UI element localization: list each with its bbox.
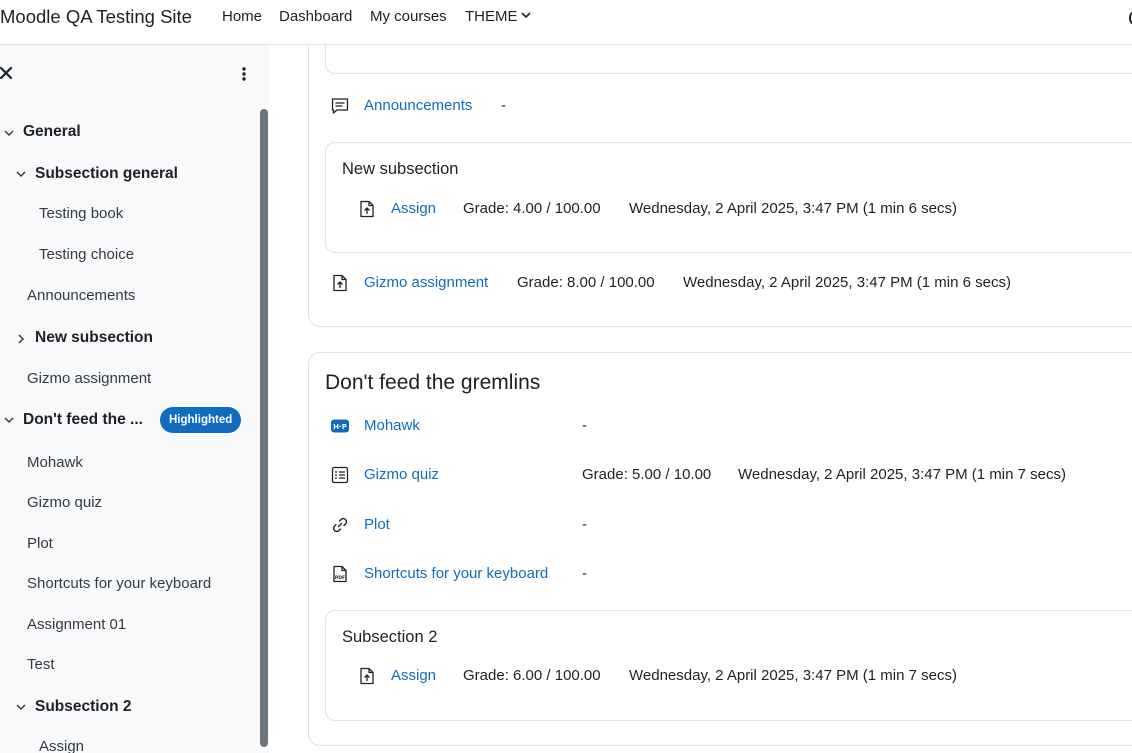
course-content: Announcements - New subsection Assign Gr… <box>269 45 1132 753</box>
activity-gizmo-quiz-grade: Grade: 5.00 / 10.00 <box>582 466 712 483</box>
sidebar-item-mohawk[interactable]: Mohawk <box>27 454 83 471</box>
h5p-icon: H·P <box>331 419 349 433</box>
forum-icon <box>331 98 349 114</box>
site-name[interactable]: Moodle QA Testing Site <box>0 6 192 28</box>
activity-announcements-link[interactable]: Announcements <box>364 97 472 114</box>
activity-assign-2-grade: Grade: 6.00 / 100.00 <box>463 667 601 684</box>
activity-plot-link[interactable]: Plot <box>364 516 390 533</box>
sidebar-item-assign[interactable]: Assign <box>39 738 84 753</box>
activity-announcements-status: - <box>501 97 506 114</box>
close-icon[interactable] <box>0 65 14 81</box>
nav-my-courses[interactable]: My courses <box>370 8 447 25</box>
chevron-down-icon[interactable] <box>3 414 15 426</box>
sidebar-item-testing-choice[interactable]: Testing choice <box>39 246 134 263</box>
sidebar-item-assignment-01[interactable]: Assignment 01 <box>27 616 126 633</box>
activity-gizmo-quiz-date: Wednesday, 2 April 2025, 3:47 PM (1 min … <box>738 466 1066 483</box>
highlighted-badge: Highlighted <box>160 407 242 433</box>
svg-text:PDF: PDF <box>335 575 345 581</box>
activity-assign-grade: Grade: 4.00 / 100.00 <box>463 200 601 217</box>
sidebar-item-gizmo-quiz[interactable]: Gizmo quiz <box>27 494 102 511</box>
subsection-new-title: New subsection <box>342 160 459 178</box>
activity-gizmo-assignment-grade: Grade: 8.00 / 100.00 <box>517 274 655 291</box>
sidebar-item-test[interactable]: Test <box>27 656 55 673</box>
sidebar-item-announcements[interactable]: Announcements <box>27 287 135 304</box>
assign-icon <box>333 274 347 292</box>
chevron-down-icon[interactable] <box>15 168 27 180</box>
chevron-down-icon <box>520 12 531 19</box>
link-icon <box>332 517 348 533</box>
activity-assign-link[interactable]: Assign <box>391 200 436 217</box>
pdf-icon: PDF <box>333 565 347 583</box>
activity-gizmo-quiz-link[interactable]: Gizmo quiz <box>364 466 439 483</box>
nav-theme-menu[interactable]: THEME <box>465 8 531 25</box>
activity-assign-2-date: Wednesday, 2 April 2025, 3:47 PM (1 min … <box>629 667 957 684</box>
svg-text:H·P: H·P <box>333 423 347 431</box>
sidebar-subsection-general[interactable]: Subsection general <box>35 165 178 183</box>
activity-plot-status: - <box>582 516 587 533</box>
activity-assign-2-link[interactable]: Assign <box>391 667 436 684</box>
quiz-icon <box>331 466 349 484</box>
sidebar-item-testing-book[interactable]: Testing book <box>39 205 123 222</box>
activity-gizmo-assignment-link[interactable]: Gizmo assignment <box>364 274 488 291</box>
activity-mohawk-status: - <box>582 417 587 434</box>
sidebar-item-shortcuts[interactable]: Shortcuts for your keyboard <box>27 575 211 592</box>
chevron-right-icon[interactable] <box>15 333 27 345</box>
kebab-menu-icon[interactable] <box>238 66 250 82</box>
subsection-2-card <box>325 610 1132 721</box>
course-index-drawer: General Subsection general Testing book … <box>0 45 269 753</box>
activity-assign-date: Wednesday, 2 April 2025, 3:47 PM (1 min … <box>629 200 957 217</box>
chevron-down-icon[interactable] <box>15 701 27 713</box>
nav-home[interactable]: Home <box>222 8 262 25</box>
sidebar-item-plot[interactable]: Plot <box>27 535 53 552</box>
nav-dashboard[interactable]: Dashboard <box>279 8 352 25</box>
drawer-scrollbar[interactable] <box>260 109 268 747</box>
sidebar-item-gizmo-assignment[interactable]: Gizmo assignment <box>27 370 151 387</box>
activity-shortcuts-link[interactable]: Shortcuts for your keyboard <box>364 565 548 582</box>
assign-icon <box>360 667 374 685</box>
sidebar-subsection-2[interactable]: Subsection 2 <box>35 698 131 716</box>
subsection-new-card <box>325 142 1132 253</box>
activity-gizmo-assignment-date: Wednesday, 2 April 2025, 3:47 PM (1 min … <box>683 274 1011 291</box>
activity-shortcuts-status: - <box>582 565 587 582</box>
activity-mohawk-link[interactable]: Mohawk <box>364 417 420 434</box>
sidebar-section-general[interactable]: General <box>23 123 81 141</box>
chevron-down-icon[interactable] <box>3 127 15 139</box>
sidebar-section-gremlins[interactable]: Don't feed the ... <box>23 411 143 429</box>
nav-theme-label: THEME <box>465 8 518 25</box>
subsection-2-title: Subsection 2 <box>342 628 438 646</box>
section-gremlins-title: Don't feed the gremlins <box>325 371 541 394</box>
subsection-general-card <box>325 45 1132 74</box>
sidebar-subsection-new[interactable]: New subsection <box>35 329 153 347</box>
top-navbar: Moodle QA Testing Site Home Dashboard My… <box>0 0 1132 45</box>
assign-icon <box>360 200 374 218</box>
